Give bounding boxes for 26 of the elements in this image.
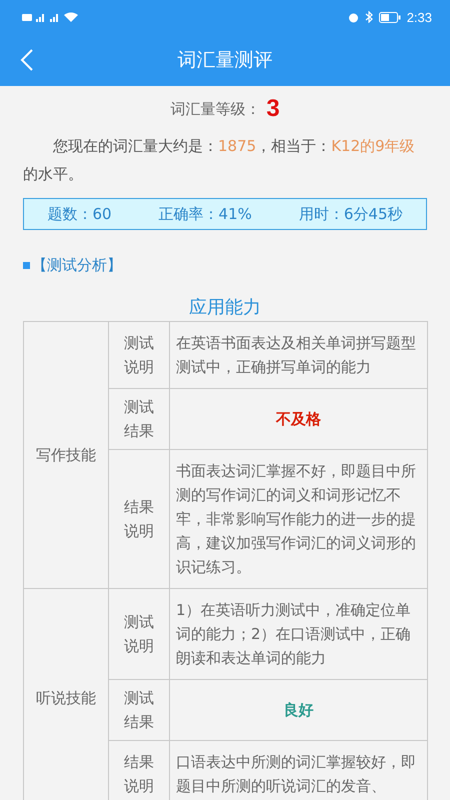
table-cell: 测试说明: [108, 588, 170, 680]
level-label: 词汇量等级：: [170, 100, 260, 118]
square-icon: [23, 262, 30, 269]
bluetooth-icon: [364, 11, 373, 23]
table-cell: 写作技能: [24, 322, 108, 588]
battery-icon: [378, 12, 401, 22]
table-cell: 测试结果: [108, 388, 170, 450]
table-title: 应用能力: [188, 296, 262, 319]
table-cell: 结果说明: [108, 450, 170, 588]
stat-text: 用时：6分45秒: [298, 204, 402, 224]
status-time: 2:33: [406, 10, 432, 24]
table-cell: 1）在英语听力测试中，准确定位单词的能力；2）在口语测试中，正确朗读和表达单词的能力: [170, 588, 428, 680]
table-cell: 听说技能: [24, 588, 108, 800]
stat-text: 正确率：41%: [158, 204, 252, 224]
stat-text: 题数：60: [47, 204, 112, 224]
table-cell: 测试结果: [108, 680, 170, 740]
section-title: 【测试分析】: [32, 256, 122, 275]
table-cell: 书面表达词汇掌握不好，即题目中所测的写作词汇的词义和词形记忆不牢，非常影响写作能力的进一步的提高，建议加强写作词汇的词义词形的识记练习。: [170, 450, 428, 588]
level-value: 3: [266, 95, 280, 123]
back-icon[interactable]: [20, 48, 34, 72]
table-cell: 测试说明: [108, 322, 170, 388]
table-cell: 在英语书面表达及相关单词拼写题型测试中，正确拼写单词的能力: [170, 322, 428, 388]
summary-text: 您现在的词汇量大约是：1875，相当于：K12的9年级 的水平。: [23, 136, 416, 185]
table-cell: 良好: [170, 680, 428, 740]
page-title: 词汇量测评: [178, 48, 272, 73]
table-cell: 不及格: [170, 388, 428, 450]
